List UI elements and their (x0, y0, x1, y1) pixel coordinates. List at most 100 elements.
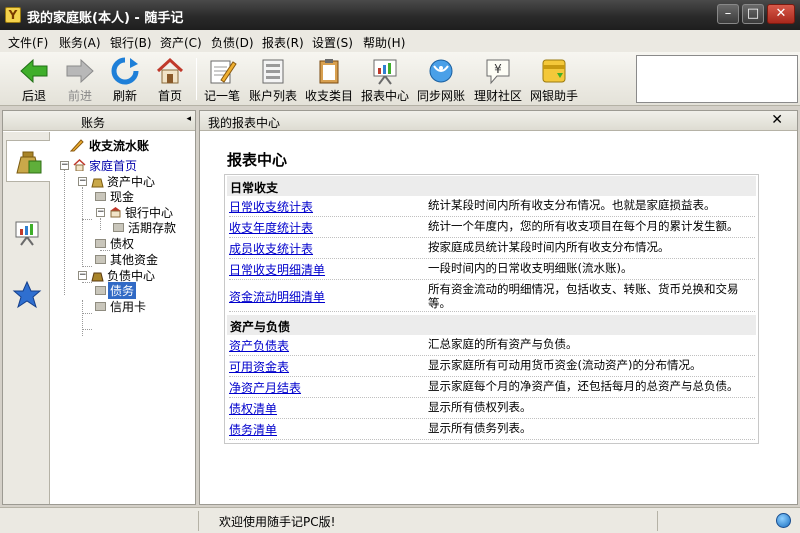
link-daily-detail-list[interactable]: 日常收支明细清单 (229, 261, 325, 278)
page-title: 报表中心 (227, 151, 288, 169)
tree-item-cash-flow[interactable]: 收支流水账 (89, 137, 149, 154)
report-row: 日常收支明细清单 一段时间内的日常收支明细账(流水账)。 (229, 259, 755, 280)
tree-item-cash[interactable]: 现金 (110, 188, 134, 205)
report-row: 收支年度统计表 统计一个年度内，您的所有收支项目在每个月的累计发生额。 (229, 217, 755, 238)
menu-file[interactable]: 文件(F) (8, 34, 48, 51)
tree-connector (82, 313, 92, 314)
record-button[interactable]: 记一笔 (202, 54, 242, 104)
community-button[interactable]: ¥ 理财社区 (472, 54, 524, 104)
tree-connector (82, 329, 92, 330)
close-tab-icon[interactable]: ✕ (771, 112, 783, 128)
tab-favorites[interactable] (6, 274, 46, 316)
home-label: 首页 (157, 89, 182, 103)
report-row: 债务清单 显示所有债务列表。 (229, 419, 755, 440)
report-row: 资产负债表 汇总家庭的所有资产与负债。 (229, 335, 755, 356)
collapse-toggle-icon[interactable]: − (78, 271, 87, 280)
presentation-chart-icon (373, 59, 397, 85)
folder-icon (95, 192, 106, 201)
sync-button[interactable]: 同步网账 (416, 54, 466, 104)
bank-icon (110, 207, 121, 218)
back-button[interactable]: 后退 (14, 54, 54, 104)
link-available-funds[interactable]: 可用资金表 (229, 358, 289, 375)
menu-liabilities[interactable]: 负债(D) (211, 34, 254, 51)
report-row: 债权清单 显示所有债权列表。 (229, 398, 755, 419)
menu-assets[interactable]: 资产(C) (160, 34, 202, 51)
account-list-button[interactable]: 账户列表 (248, 54, 298, 104)
home-button[interactable]: 首页 (150, 54, 190, 104)
forward-label: 前进 (67, 89, 92, 103)
tree-item-credit-card[interactable]: 信用卡 (110, 298, 146, 315)
tree-connector (100, 218, 101, 230)
money-bag-small-icon (91, 178, 104, 188)
tab-accounting[interactable] (6, 140, 50, 182)
report-list: 日常收支 日常收支统计表 统计某段时间内所有收支分布情况。也就是家庭损益表。 收… (224, 174, 759, 444)
tree-connector (82, 282, 92, 283)
forward-button[interactable]: 前进 (60, 54, 100, 104)
report-row: 日常收支统计表 统计某段时间内所有收支分布情况。也就是家庭损益表。 (229, 196, 755, 217)
content-tab-header: 我的报表中心 ✕ (200, 111, 797, 131)
refresh-button[interactable]: 刷新 (105, 54, 145, 104)
menu-settings[interactable]: 设置(S) (312, 34, 353, 51)
maximize-button[interactable]: □ (742, 4, 764, 24)
report-center-panel: 我的报表中心 ✕ 报表中心 日常收支 日常收支统计表 统计某段时间内所有收支分布… (199, 110, 798, 505)
folder-icon (95, 239, 106, 248)
yuan-symbol: ¥ (494, 62, 502, 76)
tree-item-demand-deposit[interactable]: 活期存款 (128, 219, 176, 236)
collapse-arrow-icon[interactable]: ◂ (186, 114, 191, 124)
house-icon (73, 159, 86, 171)
report-description: 显示所有债务列表。 (428, 421, 532, 435)
link-claims-list[interactable]: 债权清单 (229, 400, 277, 417)
toolbar-separator (196, 58, 197, 100)
report-description: 显示所有债权列表。 (428, 400, 532, 414)
category-label: 收支类目 (304, 89, 353, 103)
report-center-button[interactable]: 报表中心 (360, 54, 410, 104)
toolbar-search-box[interactable] (636, 55, 798, 103)
bank-helper-button[interactable]: 网银助手 (528, 54, 580, 104)
window-title: 我的家庭账(本人) - 随手记 (27, 11, 184, 26)
tree-item-debt[interactable]: 债务 (108, 282, 137, 299)
collapse-toggle-icon[interactable]: − (96, 208, 105, 217)
status-separator (198, 511, 199, 531)
close-window-button[interactable]: ✕ (767, 4, 795, 24)
link-debt-list[interactable]: 债务清单 (229, 421, 277, 438)
link-daily-income-expense[interactable]: 日常收支统计表 (229, 198, 313, 215)
tab-reports[interactable] (6, 212, 46, 254)
record-label: 记一笔 (203, 89, 240, 103)
report-description: 所有资金流动的明细情况，包括收支、转账、货币兑换和交易等。 (428, 282, 739, 310)
tree-connector (64, 165, 65, 295)
tree-item-claims[interactable]: 债权 (110, 235, 134, 252)
community-label: 理财社区 (473, 89, 522, 103)
tree-connector (82, 187, 83, 267)
link-annual-statistics[interactable]: 收支年度统计表 (229, 219, 313, 236)
pencil-icon (70, 139, 84, 152)
collapse-toggle-icon[interactable]: − (60, 161, 69, 170)
tree-item-home[interactable]: 家庭首页 (89, 157, 137, 174)
left-panel-title: 账务 (80, 116, 105, 130)
tree-connector (100, 250, 110, 251)
status-separator (657, 511, 658, 531)
menu-bank[interactable]: 银行(B) (110, 34, 152, 51)
report-description: 汇总家庭的所有资产与负债。 (428, 337, 578, 351)
report-description: 显示家庭每个月的净资产值，还包括每月的总资产与总负债。 (428, 379, 739, 393)
clipboard-icon (319, 59, 339, 84)
category-button[interactable]: 收支类目 (304, 54, 354, 104)
link-fund-flow-detail[interactable]: 资金流动明细清单 (229, 288, 325, 305)
link-balance-sheet[interactable]: 资产负债表 (229, 337, 289, 354)
star-icon (12, 280, 42, 309)
link-net-asset-monthly[interactable]: 净资产月结表 (229, 379, 301, 396)
left-navigation-panel: 账务 ◂ 收支流水账 − 家庭首页 − 资产中心 现金 − 银行中心 活期存款 … (2, 110, 196, 505)
left-panel-tab-strip (3, 132, 50, 504)
globe-icon[interactable] (776, 513, 791, 528)
title-bar: Y 我的家庭账(本人) - 随手记 – □ ✕ (0, 0, 800, 30)
minimize-button[interactable]: – (717, 4, 739, 24)
report-description: 统计一个年度内，您的所有收支项目在每个月的累计发生额。 (428, 219, 739, 233)
tree-item-other-funds[interactable]: 其他资金 (110, 251, 158, 268)
report-row: 净资产月结表 显示家庭每个月的净资产值，还包括每月的总资产与总负债。 (229, 377, 755, 398)
tab-report-center[interactable]: 我的报表中心 (208, 114, 280, 131)
menu-accounts[interactable]: 账务(A) (59, 34, 101, 51)
link-member-statistics[interactable]: 成员收支统计表 (229, 240, 313, 257)
report-board-icon (15, 221, 39, 246)
menu-help[interactable]: 帮助(H) (363, 34, 405, 51)
menu-reports[interactable]: 报表(R) (262, 34, 304, 51)
collapse-toggle-icon[interactable]: − (78, 177, 87, 186)
